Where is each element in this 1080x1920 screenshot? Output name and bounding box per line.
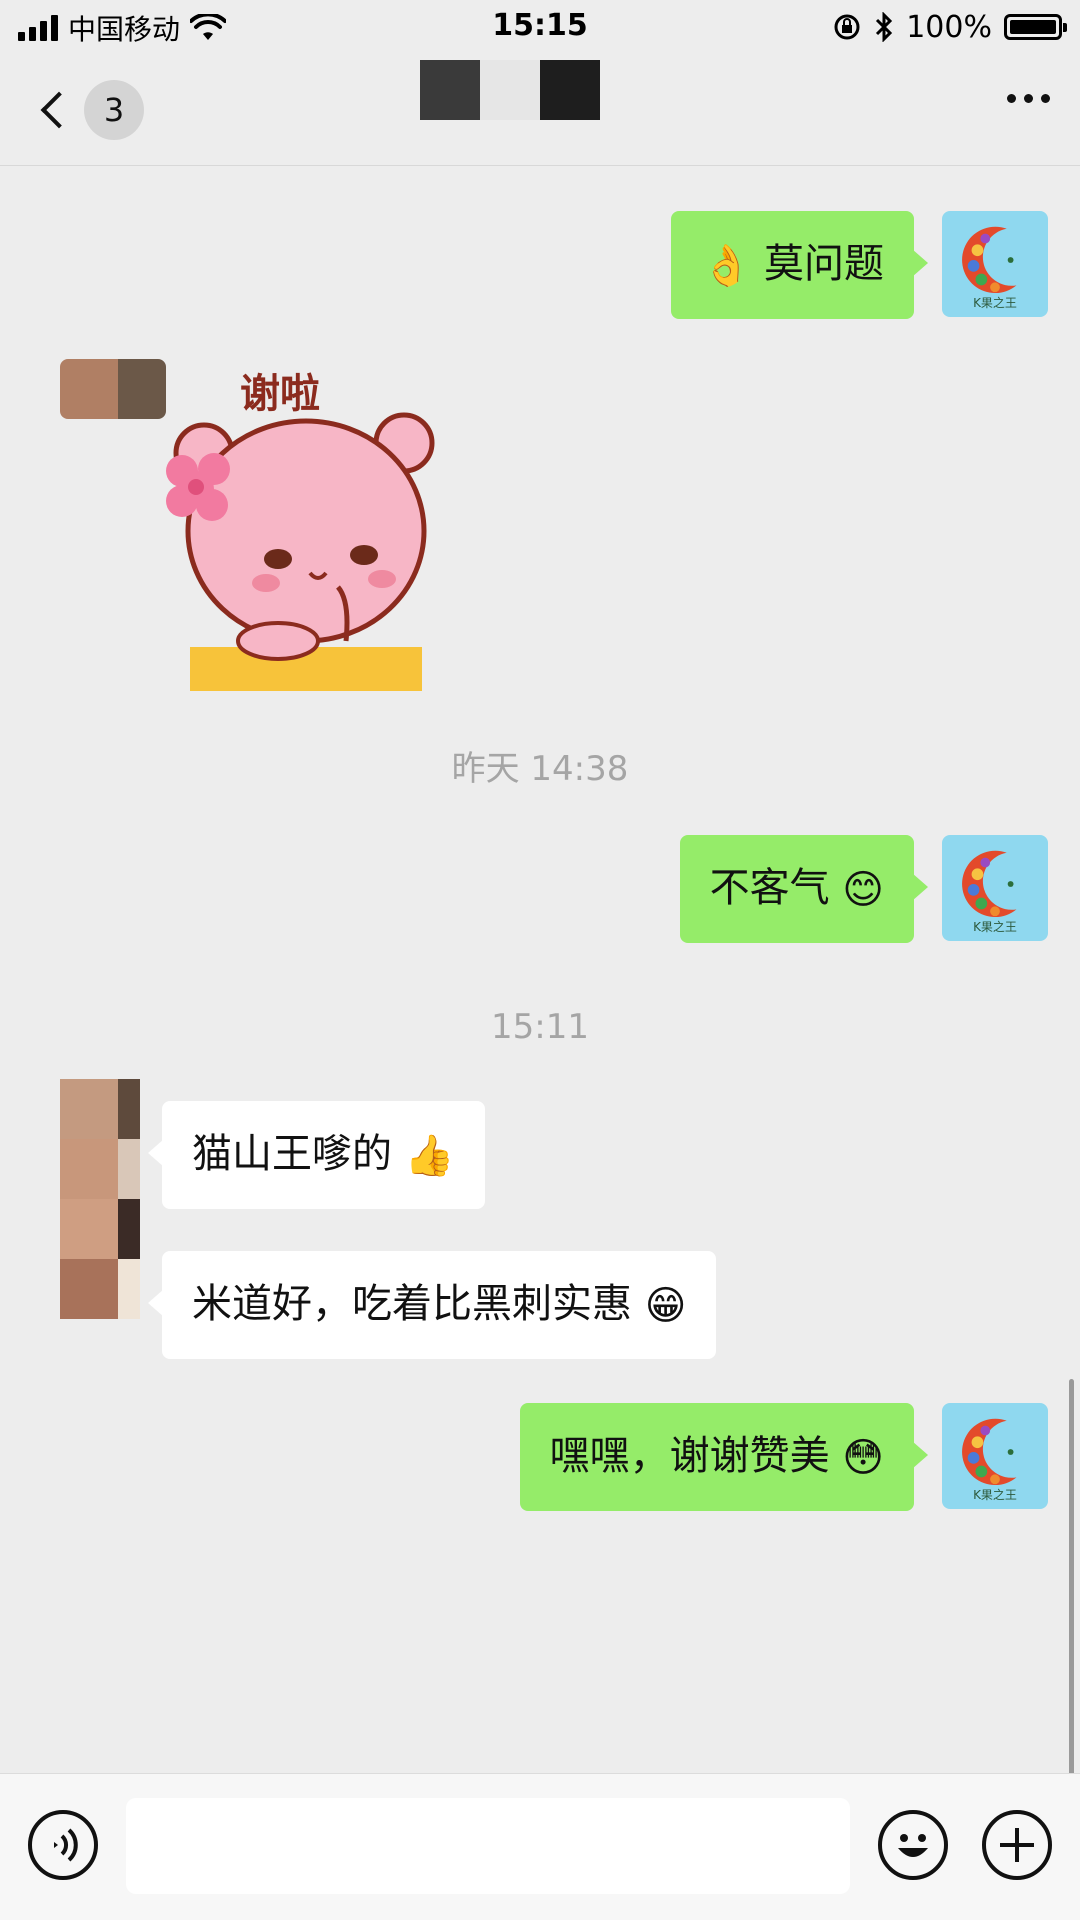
message-bubble-other[interactable]: 米道好，吃着比黑刺实惠 😁 xyxy=(147,1251,717,1359)
moon-logo-icon xyxy=(962,850,1017,918)
status-bar: 中国移动 15:15 100% xyxy=(0,0,1080,54)
voice-button[interactable] xyxy=(28,1810,98,1880)
battery-percent: 100% xyxy=(906,9,992,45)
message-text: 莫问题 xyxy=(764,241,884,287)
message-text: 米道好，吃着比黑刺实惠 xyxy=(192,1281,632,1327)
logo-text: K果之王 xyxy=(973,1488,1017,1502)
emoji-icon xyxy=(898,1834,928,1857)
logo-text: K果之王 xyxy=(973,296,1017,310)
more-options-button[interactable] xyxy=(1007,94,1050,103)
avatar-self[interactable]: K果之王 xyxy=(942,1403,1048,1509)
avatar-other[interactable] xyxy=(60,359,166,419)
message-row: 谢啦 xyxy=(0,359,1080,739)
ok-hand-emoji: 👌 xyxy=(701,243,752,289)
bluetooth-icon xyxy=(876,12,893,42)
message-row: 👌 莫问题 K果之王 xyxy=(0,211,1080,321)
moon-logo-icon xyxy=(962,226,1017,294)
avatar-self[interactable]: K果之王 xyxy=(942,211,1048,317)
chat-area[interactable]: 👌 莫问题 K果之王 谢啦 昨天 14:38 不客气 😊 K果之王 15:11 … xyxy=(0,167,1080,1920)
message-text: 不客气 xyxy=(709,865,830,911)
blushing-emoji: 😳 xyxy=(842,1435,884,1481)
logo-text: K果之王 xyxy=(973,920,1017,934)
plus-icon xyxy=(1000,1828,1034,1862)
message-input[interactable] xyxy=(126,1798,850,1894)
chevron-left-icon xyxy=(40,91,78,129)
message-bubble-self[interactable]: 不客气 😊 xyxy=(679,835,929,943)
message-text: 嘿嘿，谢谢赞美 xyxy=(549,1433,830,1479)
message-row: 嘿嘿，谢谢赞美 😳 K果之王 xyxy=(0,1403,1080,1513)
grinning-emoji: 😁 xyxy=(644,1283,687,1329)
message-text: 猫山王嗲的 xyxy=(192,1131,392,1177)
status-right: 100% xyxy=(832,8,1067,46)
avatar-self[interactable]: K果之王 xyxy=(942,835,1048,941)
plus-button[interactable] xyxy=(982,1810,1052,1880)
battery-icon xyxy=(1004,14,1067,40)
chat-title-redacted xyxy=(420,60,600,120)
moon-logo-icon xyxy=(962,1418,1017,1486)
back-button[interactable]: 3 xyxy=(30,78,150,142)
nav-bar: 3 xyxy=(0,54,1080,166)
more-dots-icon xyxy=(1007,94,1016,103)
input-bar xyxy=(0,1773,1080,1920)
message-bubble-self[interactable]: 嘿嘿，谢谢赞美 😳 xyxy=(519,1403,929,1511)
pink-bear-sticker xyxy=(166,412,435,691)
unread-count-badge: 3 xyxy=(84,80,144,140)
avatar-other[interactable] xyxy=(60,1079,140,1319)
time-divider: 昨天 14:38 xyxy=(451,749,629,789)
rotation-lock-icon xyxy=(834,14,860,40)
message-bubble-other[interactable]: 猫山王嗲的 👍 xyxy=(148,1101,485,1209)
emoji-button[interactable] xyxy=(878,1810,948,1880)
voice-icon xyxy=(54,1828,78,1862)
sticker-message[interactable]: 谢啦 xyxy=(160,361,460,691)
thumbs-up-emoji: 👍 xyxy=(404,1133,455,1179)
time-divider: 15:11 xyxy=(491,1007,589,1047)
message-bubble-self[interactable]: 👌 莫问题 xyxy=(671,211,928,319)
smiling-emoji: 😊 xyxy=(842,867,884,913)
message-row: 不客气 😊 K果之王 xyxy=(0,835,1080,945)
